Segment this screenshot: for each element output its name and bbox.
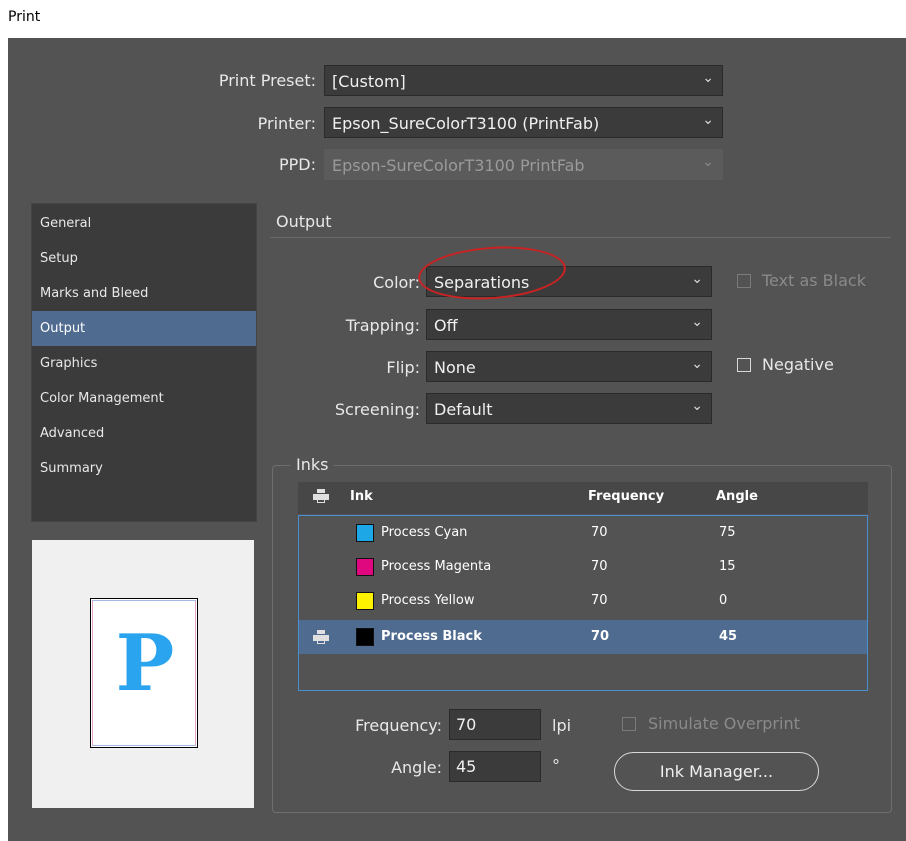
chevron-down-icon: ⌄ bbox=[691, 398, 703, 414]
flip-label: Flip: bbox=[386, 358, 420, 377]
color-value: Separations bbox=[434, 273, 530, 292]
ink-name: Process Cyan bbox=[381, 525, 468, 540]
ink-frequency: 70 bbox=[591, 525, 608, 540]
ink-row-process-magenta[interactable]: Process Magenta 70 15 bbox=[299, 550, 867, 584]
angle-value: 45 bbox=[456, 757, 477, 776]
printer-icon bbox=[313, 489, 329, 503]
ink-swatch bbox=[356, 524, 374, 542]
simulate-overprint-label: Simulate Overprint bbox=[648, 714, 800, 733]
sidebar-item-color-management[interactable]: Color Management bbox=[32, 381, 256, 416]
ink-row-process-cyan[interactable]: Process Cyan 70 75 bbox=[299, 516, 867, 550]
frequency-value: 70 bbox=[456, 715, 477, 734]
angle-input[interactable]: 45 bbox=[449, 751, 541, 782]
ink-name: Process Yellow bbox=[381, 593, 475, 608]
chevron-down-icon: ⌄ bbox=[691, 356, 703, 372]
inks-group-title: Inks bbox=[290, 455, 335, 474]
section-divider bbox=[270, 237, 891, 238]
inks-table-header: Ink Frequency Angle bbox=[298, 482, 868, 514]
sidebar-item-advanced[interactable]: Advanced bbox=[32, 416, 256, 451]
ink-swatch bbox=[356, 558, 374, 576]
inks-list: Process Cyan 70 75 Process Magenta 70 15… bbox=[298, 515, 868, 691]
text-as-black-checkbox bbox=[737, 274, 751, 288]
frequency-unit: lpi bbox=[552, 716, 572, 735]
column-header-frequency[interactable]: Frequency bbox=[588, 489, 664, 504]
print-preset-label: Print Preset: bbox=[218, 71, 316, 90]
ink-name: Process Magenta bbox=[381, 559, 492, 574]
ink-row-process-yellow[interactable]: Process Yellow 70 0 bbox=[299, 584, 867, 618]
printer-label: Printer: bbox=[257, 114, 316, 133]
color-label: Color: bbox=[373, 273, 420, 292]
trapping-value: Off bbox=[434, 316, 458, 335]
chevron-down-icon: ⌄ bbox=[702, 112, 714, 128]
column-header-ink[interactable]: Ink bbox=[350, 489, 373, 504]
flip-value: None bbox=[434, 358, 476, 377]
chevron-down-icon: ⌄ bbox=[702, 70, 714, 86]
ink-frequency: 70 bbox=[591, 559, 608, 574]
screening-value: Default bbox=[434, 400, 493, 419]
negative-checkbox[interactable] bbox=[737, 358, 751, 372]
ppd-value: Epson-SureColorT3100 PrintFab bbox=[332, 156, 585, 175]
sidebar-item-summary[interactable]: Summary bbox=[32, 451, 256, 486]
ink-name: Process Black bbox=[381, 629, 482, 644]
ink-row-process-black[interactable]: Process Black 70 45 bbox=[299, 620, 867, 654]
screening-select[interactable]: Default ⌄ bbox=[426, 393, 712, 424]
ink-angle: 0 bbox=[719, 593, 728, 608]
ppd-label: PPD: bbox=[278, 155, 316, 174]
ink-swatch bbox=[356, 628, 374, 646]
sidebar-item-graphics[interactable]: Graphics bbox=[32, 346, 256, 381]
flip-select[interactable]: None ⌄ bbox=[426, 351, 712, 382]
sidebar-item-output[interactable]: Output bbox=[32, 311, 256, 346]
frequency-label: Frequency: bbox=[355, 716, 442, 735]
trapping-select[interactable]: Off ⌄ bbox=[426, 309, 712, 340]
angle-unit: ° bbox=[552, 756, 560, 775]
angle-label: Angle: bbox=[391, 758, 442, 777]
screening-label: Screening: bbox=[334, 400, 420, 419]
frequency-input[interactable]: 70 bbox=[449, 709, 541, 740]
text-as-black-label: Text as Black bbox=[762, 271, 866, 290]
sidebar-item-setup[interactable]: Setup bbox=[32, 241, 256, 276]
printer-icon[interactable] bbox=[313, 630, 329, 644]
ink-angle: 45 bbox=[719, 629, 738, 644]
ink-frequency: 70 bbox=[591, 629, 610, 644]
chevron-down-icon: ⌄ bbox=[691, 271, 703, 287]
printer-select[interactable]: Epson_SureColorT3100 (PrintFab) ⌄ bbox=[324, 107, 723, 138]
preview-letter: P bbox=[115, 618, 175, 709]
sidebar-item-general[interactable]: General bbox=[32, 206, 256, 241]
negative-label: Negative bbox=[762, 355, 834, 374]
ink-manager-button[interactable]: Ink Manager... bbox=[614, 752, 819, 791]
printer-value: Epson_SureColorT3100 (PrintFab) bbox=[332, 114, 600, 133]
sidebar-item-marks-and-bleed[interactable]: Marks and Bleed bbox=[32, 276, 256, 311]
window-title: Print bbox=[8, 9, 41, 25]
ink-angle: 75 bbox=[719, 525, 736, 540]
page-preview: P bbox=[32, 540, 254, 808]
window-titlebar: Print bbox=[0, 0, 906, 38]
color-select[interactable]: Separations ⌄ bbox=[426, 266, 712, 297]
ppd-select: Epson-SureColorT3100 PrintFab ⌄ bbox=[324, 149, 723, 180]
print-preset-select[interactable]: [Custom] ⌄ bbox=[324, 65, 723, 96]
chevron-down-icon: ⌄ bbox=[702, 154, 714, 170]
chevron-down-icon: ⌄ bbox=[691, 314, 703, 330]
trapping-label: Trapping: bbox=[345, 316, 420, 335]
section-title-output: Output bbox=[276, 212, 332, 231]
print-preset-value: [Custom] bbox=[332, 72, 406, 91]
ink-frequency: 70 bbox=[591, 593, 608, 608]
category-sidebar: General Setup Marks and Bleed Output Gra… bbox=[31, 203, 257, 522]
column-header-angle[interactable]: Angle bbox=[716, 489, 758, 504]
ink-swatch bbox=[356, 592, 374, 610]
ink-angle: 15 bbox=[719, 559, 736, 574]
simulate-overprint-checkbox bbox=[622, 717, 636, 731]
